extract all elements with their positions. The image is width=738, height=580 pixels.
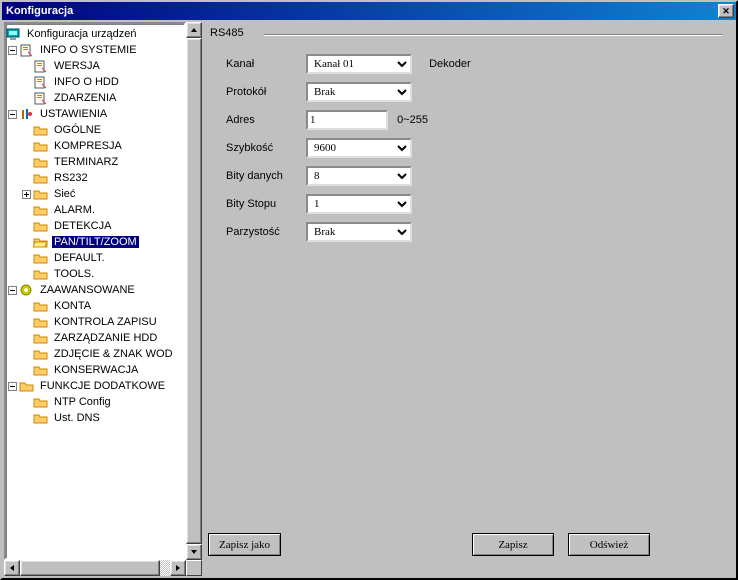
- label-bity-stopu: Bity Stopu: [226, 190, 306, 218]
- folder-icon: [33, 220, 49, 233]
- tree-ogolne[interactable]: OGÓLNE: [6, 122, 184, 138]
- tree-alarm[interactable]: ALARM.: [6, 202, 184, 218]
- doc-icon: [19, 44, 35, 57]
- doc-icon: [33, 92, 49, 105]
- folder-icon: [33, 364, 49, 377]
- tree-znak[interactable]: ZDJĘCIE & ZNAK WOD: [6, 346, 184, 362]
- window-title: Konfiguracja: [4, 5, 73, 17]
- titlebar: Konfiguracja ✕: [2, 2, 736, 20]
- scroll-track[interactable]: [160, 560, 170, 576]
- tree-view[interactable]: Konfiguracja urządzeń INFO O SYSTEMIE: [4, 22, 186, 560]
- adres-input[interactable]: [306, 110, 388, 130]
- folder-icon: [33, 300, 49, 313]
- tree-info[interactable]: INFO O SYSTEMIE: [6, 42, 184, 58]
- collapse-icon[interactable]: [8, 110, 17, 119]
- right-panel: RS485 Kanał Kanał 01 Dekoder Protokół Br…: [202, 22, 734, 576]
- scroll-thumb-h[interactable]: [20, 560, 160, 576]
- tree-konta[interactable]: KONTA: [6, 298, 184, 314]
- label-adres: Adres: [226, 106, 306, 134]
- save-as-button[interactable]: Zapisz jako: [208, 533, 281, 556]
- tree-ptz[interactable]: PAN/TILT/ZOOM: [6, 234, 184, 250]
- kanal-select[interactable]: Kanał 01: [306, 54, 412, 74]
- tree-wersja[interactable]: WERSJA: [6, 58, 184, 74]
- tree-kompresja[interactable]: KOMPRESJA: [6, 138, 184, 154]
- tree-kontrola-zapisu[interactable]: KONTROLA ZAPISU: [6, 314, 184, 330]
- doc-icon: [33, 76, 49, 89]
- label-bity-danych: Bity danych: [226, 162, 306, 190]
- folder-icon: [33, 332, 49, 345]
- folder-icon: [33, 268, 49, 281]
- scroll-left-button[interactable]: [4, 560, 20, 576]
- folder-icon: [33, 412, 49, 425]
- folder-icon: [33, 124, 49, 137]
- label-protokol: Protokół: [226, 78, 306, 106]
- tree-default[interactable]: DEFAULT.: [6, 250, 184, 266]
- collapse-icon[interactable]: [8, 286, 17, 295]
- decoder-label: Dekoder: [429, 58, 471, 70]
- tree-tools[interactable]: TOOLS.: [6, 266, 184, 282]
- tree-info-hdd[interactable]: INFO O HDD: [6, 74, 184, 90]
- tools-icon: [19, 108, 35, 121]
- scroll-up-button[interactable]: [186, 22, 202, 38]
- scroll-right-button[interactable]: [170, 560, 186, 576]
- scroll-thumb[interactable]: [186, 38, 202, 544]
- tree-ntp[interactable]: NTP Config: [6, 394, 184, 410]
- tree-detekcja[interactable]: DETEKCJA: [6, 218, 184, 234]
- collapse-icon[interactable]: [8, 382, 17, 391]
- save-button[interactable]: Zapisz: [472, 533, 554, 556]
- refresh-button[interactable]: Odśwież: [568, 533, 650, 556]
- tree-extra[interactable]: FUNKCJE DODATKOWE: [6, 378, 184, 394]
- rs485-form: Kanał Kanał 01 Dekoder Protokół Brak Adr…: [226, 50, 471, 246]
- expand-icon[interactable]: [22, 190, 31, 199]
- tree-vscrollbar[interactable]: [186, 22, 202, 560]
- folder-icon: [33, 188, 49, 201]
- folder-icon: [33, 316, 49, 329]
- computer-icon: [6, 28, 22, 41]
- label-parzystosc: Parzystość: [226, 218, 306, 246]
- szybkosc-select[interactable]: 9600: [306, 138, 412, 158]
- parzystosc-select[interactable]: Brak: [306, 222, 412, 242]
- tree-konserwacja[interactable]: KONSERWACJA: [6, 362, 184, 378]
- tree-root[interactable]: Konfiguracja urządzeń: [6, 26, 184, 42]
- folder-icon: [33, 172, 49, 185]
- scroll-sizegrip: [186, 560, 202, 576]
- doc-icon: [33, 60, 49, 73]
- button-bar: Zapisz jako Zapisz Odśwież: [208, 527, 728, 574]
- tree-rs232[interactable]: RS232: [6, 170, 184, 186]
- folder-icon: [33, 396, 49, 409]
- tree-settings[interactable]: USTAWIENIA: [6, 106, 184, 122]
- close-button[interactable]: ✕: [718, 4, 734, 18]
- folder-icon: [33, 348, 49, 361]
- adres-range: 0~255: [397, 114, 428, 126]
- scroll-down-button[interactable]: [186, 544, 202, 560]
- folder-icon: [33, 156, 49, 169]
- tree-zdarzenia[interactable]: ZDARZENIA: [6, 90, 184, 106]
- folder-icon: [19, 380, 35, 393]
- folder-icon: [33, 204, 49, 217]
- protokol-select[interactable]: Brak: [306, 82, 412, 102]
- label-kanal: Kanał: [226, 50, 306, 78]
- collapse-icon[interactable]: [8, 46, 17, 55]
- tree-advanced[interactable]: ZAAWANSOWANE: [6, 282, 184, 298]
- config-window: Konfiguracja ✕ Konfiguracja urządzeń: [0, 0, 738, 580]
- tree-dns[interactable]: Ust. DNS: [6, 410, 184, 426]
- bity-stopu-select[interactable]: 1: [306, 194, 412, 214]
- tree-zarzadzanie-hdd[interactable]: ZARZĄDZANIE HDD: [6, 330, 184, 346]
- tree-terminarz[interactable]: TERMINARZ: [6, 154, 184, 170]
- rs485-group: RS485 Kanał Kanał 01 Dekoder Protokół Br…: [208, 26, 728, 256]
- folder-open-icon: [33, 236, 49, 249]
- content: Konfiguracja urządzeń INFO O SYSTEMIE: [2, 20, 736, 578]
- tree-hscrollbar[interactable]: [4, 560, 202, 576]
- folder-icon: [33, 140, 49, 153]
- left-panel: Konfiguracja urządzeń INFO O SYSTEMIE: [4, 22, 202, 576]
- gear-icon: [19, 284, 35, 297]
- label-szybkosc: Szybkość: [226, 134, 306, 162]
- group-title: RS485: [208, 27, 250, 39]
- folder-icon: [33, 252, 49, 265]
- tree-siec[interactable]: Sieć: [6, 186, 184, 202]
- bity-danych-select[interactable]: 8: [306, 166, 412, 186]
